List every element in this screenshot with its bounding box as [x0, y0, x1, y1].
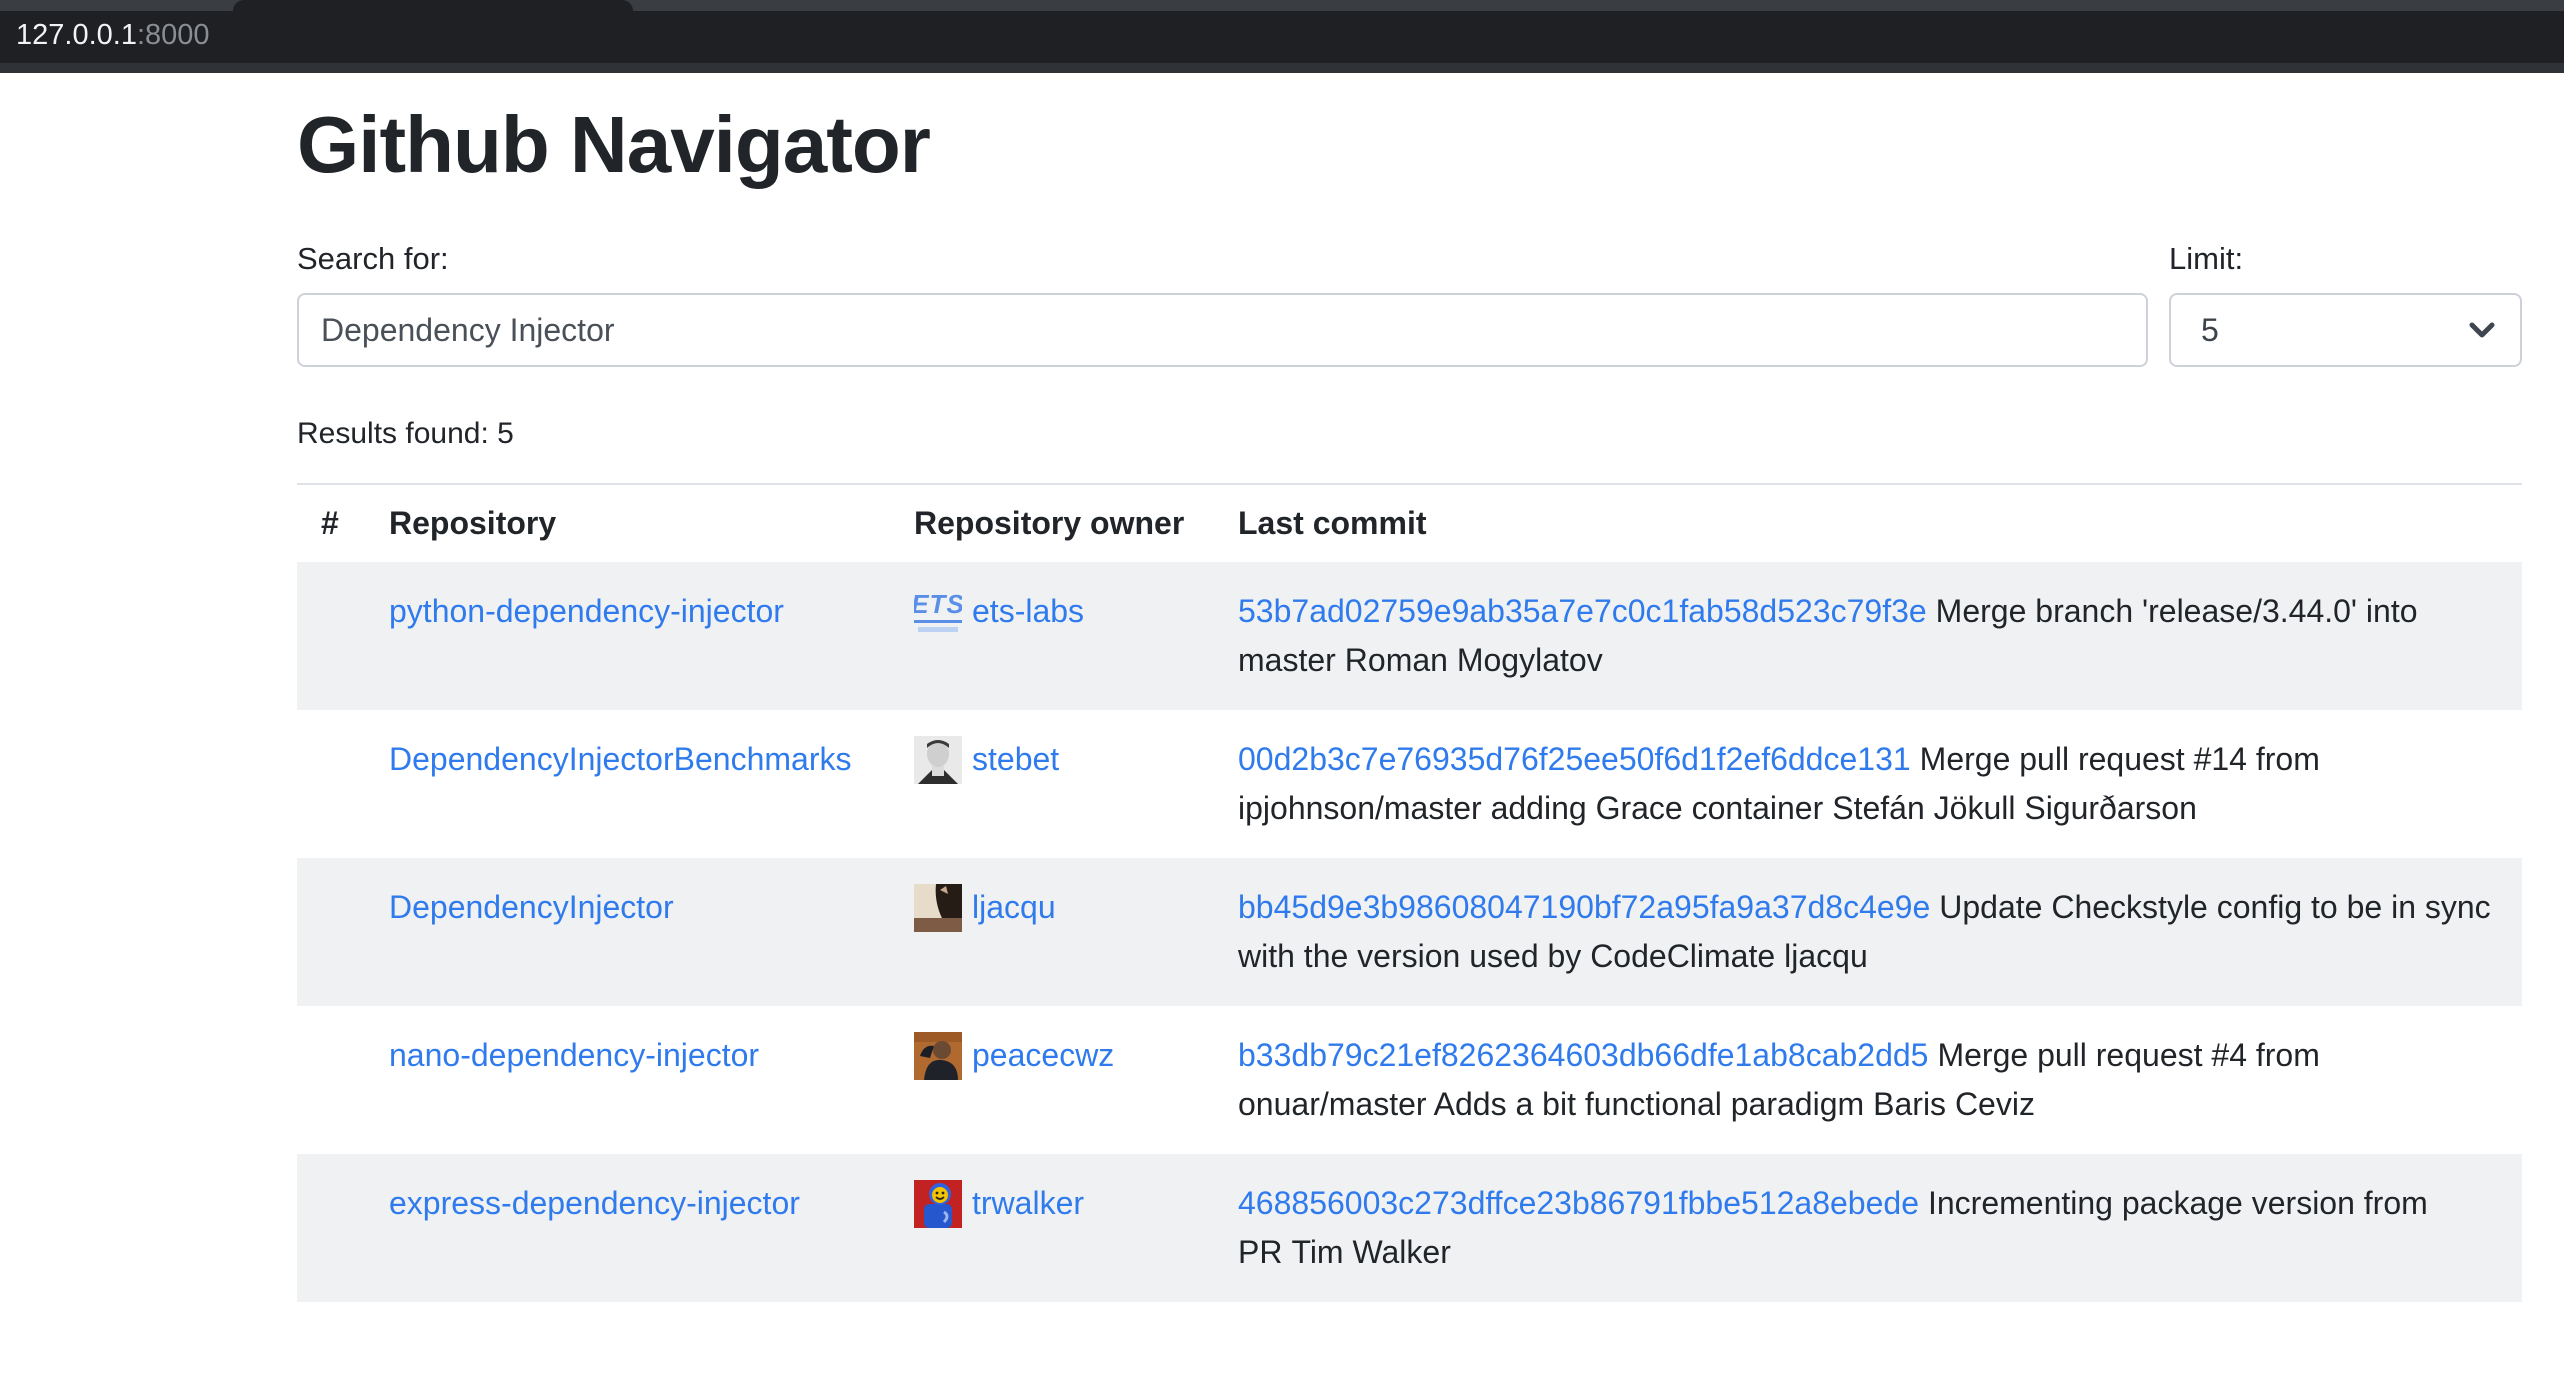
commit-hash-link[interactable]: b33db79c21ef8262364603db66dfe1ab8cab2dd5: [1238, 1037, 1928, 1073]
owner-link[interactable]: ets-labs: [972, 587, 1084, 636]
commit-author: Baris Ceviz: [1873, 1086, 2035, 1122]
owner-avatar[interactable]: [914, 1032, 962, 1080]
last-commit-cell: b33db79c21ef8262364603db66dfe1ab8cab2dd5…: [1214, 1006, 2522, 1154]
commit-author: Roman Mogylatov: [1345, 642, 1603, 678]
table-row: DependencyInjector ljacqu bb45d9e3b98608…: [297, 858, 2522, 1006]
commit-author: Stefán Jökull Sigurðarson: [1832, 790, 2197, 826]
owner-link[interactable]: trwalker: [972, 1179, 1084, 1228]
table-row: nano-dependency-injector peacecwz b33db7…: [297, 1006, 2522, 1154]
results-table: # Repository Repository owner Last commi…: [297, 483, 2522, 1302]
owner-avatar[interactable]: [914, 736, 962, 784]
table-row: DependencyInjectorBenchmarks stebet 00d2…: [297, 710, 2522, 858]
table-row: express-dependency-injector trwalker 468…: [297, 1154, 2522, 1302]
table-row: python-dependency-injector ETS ets-labs …: [297, 562, 2522, 710]
browser-chrome: 127.0.0.1:8000: [0, 0, 2564, 73]
row-number-cell: [297, 858, 365, 1006]
col-header-last-commit: Last commit: [1214, 484, 2522, 562]
repository-link[interactable]: nano-dependency-injector: [389, 1037, 759, 1073]
browser-active-tab[interactable]: [233, 0, 633, 11]
repository-cell: python-dependency-injector: [365, 562, 890, 710]
owner-cell: ETS ets-labs: [890, 562, 1214, 710]
owner-avatar[interactable]: [914, 884, 962, 932]
owner-avatar[interactable]: ETS: [914, 588, 962, 636]
owner-cell: peacecwz: [890, 1006, 1214, 1154]
commit-hash-link[interactable]: bb45d9e3b98608047190bf72a95fa9a37d8c4e9e: [1238, 889, 1930, 925]
row-number-cell: [297, 562, 365, 710]
owner-link[interactable]: stebet: [972, 735, 1059, 784]
repository-link[interactable]: DependencyInjectorBenchmarks: [389, 741, 851, 777]
table-header-row: # Repository Repository owner Last commi…: [297, 484, 2522, 562]
row-number-cell: [297, 1154, 365, 1302]
search-input[interactable]: [297, 293, 2148, 367]
col-header-owner: Repository owner: [890, 484, 1214, 562]
commit-hash-link[interactable]: 53b7ad02759e9ab35a7e7c0c1fab58d523c79f3e: [1238, 593, 1927, 629]
limit-label: Limit:: [2169, 239, 2522, 279]
commit-author: Tim Walker: [1291, 1234, 1450, 1270]
commit-hash-link[interactable]: 468856003c273dffce23b86791fbbe512a8ebede: [1238, 1185, 1919, 1221]
search-label: Search for:: [297, 239, 2148, 279]
repository-link[interactable]: python-dependency-injector: [389, 593, 784, 629]
last-commit-cell: 468856003c273dffce23b86791fbbe512a8ebede…: [1214, 1154, 2522, 1302]
url-port: :8000: [137, 19, 210, 51]
results-summary: Results found: 5: [297, 415, 2522, 453]
repository-link[interactable]: DependencyInjector: [389, 889, 674, 925]
owner-avatar[interactable]: [914, 1180, 962, 1228]
col-header-number: #: [297, 484, 365, 562]
repository-cell: express-dependency-injector: [365, 1154, 890, 1302]
col-header-repository: Repository: [365, 484, 890, 562]
owner-cell: stebet: [890, 710, 1214, 858]
row-number-cell: [297, 710, 365, 858]
row-number-cell: [297, 1006, 365, 1154]
owner-cell: ljacqu: [890, 858, 1214, 1006]
commit-author: ljacqu: [1784, 938, 1868, 974]
repository-cell: DependencyInjectorBenchmarks: [365, 710, 890, 858]
owner-cell: trwalker: [890, 1154, 1214, 1302]
url-host: 127.0.0.1: [16, 19, 137, 51]
page-title: Github Navigator: [297, 97, 2522, 193]
page-container: Github Navigator Search for: Limit: 5 Re…: [297, 97, 2522, 1302]
results-table-body: python-dependency-injector ETS ets-labs …: [297, 562, 2522, 1302]
last-commit-cell: bb45d9e3b98608047190bf72a95fa9a37d8c4e9e…: [1214, 858, 2522, 1006]
address-bar[interactable]: 127.0.0.1:8000: [16, 17, 210, 53]
browser-toolbar-edge: [0, 63, 2564, 73]
last-commit-cell: 00d2b3c7e76935d76f25ee50f6d1f2ef6ddce131…: [1214, 710, 2522, 858]
repository-cell: nano-dependency-injector: [365, 1006, 890, 1154]
owner-link[interactable]: peacecwz: [972, 1031, 1114, 1080]
last-commit-cell: 53b7ad02759e9ab35a7e7c0c1fab58d523c79f3e…: [1214, 562, 2522, 710]
commit-hash-link[interactable]: 00d2b3c7e76935d76f25ee50f6d1f2ef6ddce131: [1238, 741, 1911, 777]
search-form: Search for: Limit: 5: [297, 239, 2522, 367]
owner-link[interactable]: ljacqu: [972, 883, 1056, 932]
repository-link[interactable]: express-dependency-injector: [389, 1185, 800, 1221]
repository-cell: DependencyInjector: [365, 858, 890, 1006]
limit-select[interactable]: 5: [2169, 293, 2522, 367]
